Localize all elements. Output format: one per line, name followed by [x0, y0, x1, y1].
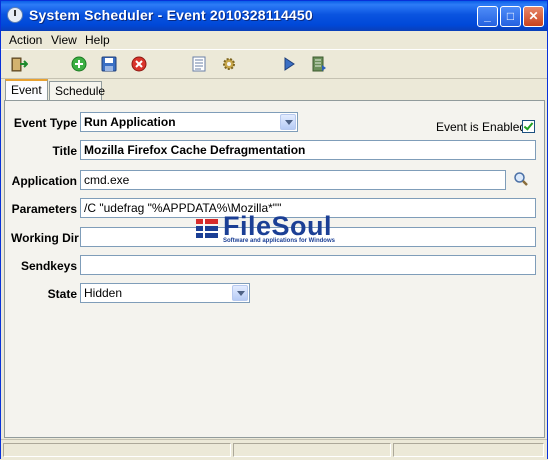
- title-bar[interactable]: System Scheduler - Event 2010328114450 _…: [1, 1, 547, 31]
- menu-action[interactable]: Action: [9, 33, 42, 47]
- maximize-button[interactable]: □: [500, 6, 521, 27]
- status-cell-3: [393, 443, 544, 457]
- sendkeys-field[interactable]: [80, 255, 536, 275]
- status-bar: [1, 439, 547, 460]
- clock-icon[interactable]: [7, 7, 23, 23]
- close-button[interactable]: ✕: [523, 6, 544, 27]
- enabled-checkbox[interactable]: [522, 120, 535, 133]
- parameters-label: Parameters: [11, 202, 77, 216]
- menu-help[interactable]: Help: [85, 33, 110, 47]
- event-type-value: Run Application: [84, 115, 176, 129]
- state-value: Hidden: [84, 286, 123, 300]
- exit-icon[interactable]: [10, 55, 28, 73]
- main-window: System Scheduler - Event 2010328114450 _…: [0, 0, 548, 460]
- filesoul-logo-icon: [196, 219, 218, 243]
- sendkeys-label: Sendkeys: [20, 259, 77, 273]
- delete-icon[interactable]: [130, 55, 148, 73]
- enabled-label: Event is Enabled: [436, 120, 527, 134]
- application-field[interactable]: cmd.exe: [80, 170, 506, 190]
- window-title: System Scheduler - Event 2010328114450: [29, 7, 313, 23]
- status-cell-2: [233, 443, 391, 457]
- state-label: State: [47, 287, 77, 301]
- minimize-button[interactable]: _: [477, 6, 498, 27]
- tab-event[interactable]: Event: [5, 79, 48, 101]
- event-type-label: Event Type: [13, 116, 77, 130]
- status-cell-1: [3, 443, 231, 457]
- tab-strip: Event Schedule: [1, 79, 547, 101]
- toolbar: [1, 50, 547, 79]
- export-icon[interactable]: [310, 55, 328, 73]
- run-icon[interactable]: [280, 55, 298, 73]
- search-icon[interactable]: [513, 171, 529, 187]
- state-select[interactable]: Hidden: [80, 283, 250, 303]
- tab-schedule[interactable]: Schedule: [49, 81, 105, 101]
- event-panel: Event Type Run Application Event is Enab…: [4, 100, 545, 438]
- save-icon[interactable]: [100, 55, 118, 73]
- watermark-subtext: Software and applications for Windows: [223, 238, 335, 244]
- list-icon[interactable]: [190, 55, 208, 73]
- chevron-down-icon[interactable]: [280, 114, 296, 130]
- chevron-down-icon[interactable]: [232, 285, 248, 301]
- title-field[interactable]: Mozilla Firefox Cache Defragmentation: [80, 140, 536, 160]
- add-icon[interactable]: [70, 55, 88, 73]
- working-dir-label: Working Dir: [11, 231, 79, 245]
- application-label: Application: [11, 174, 77, 188]
- title-label: Title: [52, 144, 77, 158]
- menu-bar: Action View Help: [1, 31, 547, 50]
- event-type-select[interactable]: Run Application: [80, 112, 298, 132]
- settings-icon[interactable]: [220, 55, 238, 73]
- watermark: FileSoul Software and applications for W…: [195, 211, 375, 250]
- menu-view[interactable]: View: [51, 33, 77, 47]
